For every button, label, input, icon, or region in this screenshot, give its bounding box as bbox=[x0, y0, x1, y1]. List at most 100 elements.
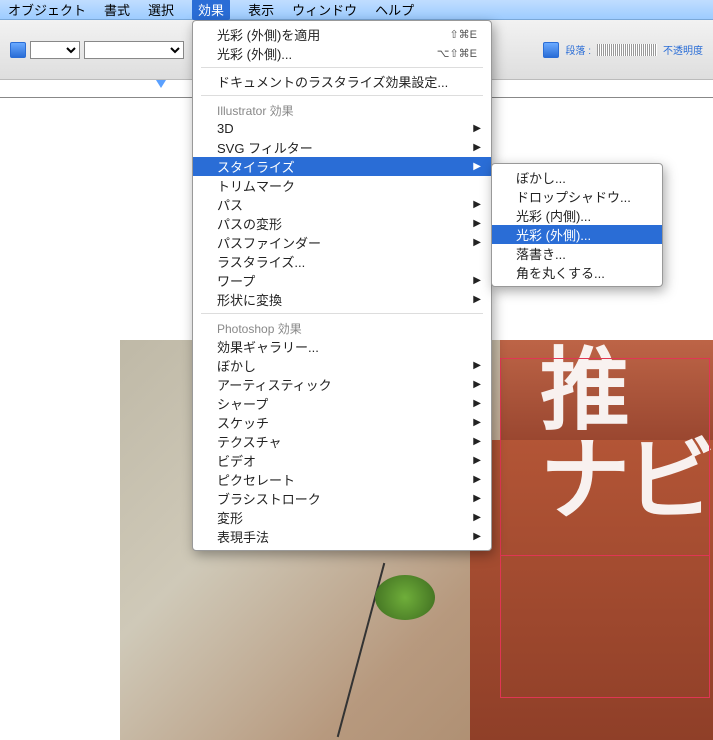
label: 効果ギャラリー... bbox=[217, 337, 319, 356]
opacity-label: 不透明度 bbox=[663, 42, 703, 57]
label: スケッチ bbox=[217, 413, 269, 432]
submenu-arrow-icon: ▶ bbox=[473, 379, 481, 390]
menu-3d[interactable]: 3D ▶ bbox=[193, 119, 491, 138]
label: トリムマーク bbox=[217, 176, 295, 195]
menu-last-effect-options[interactable]: 光彩 (外側)... ⌥⇧⌘E bbox=[193, 44, 491, 63]
shortcut: ⇧⌘E bbox=[449, 28, 477, 41]
label: SVG フィルター bbox=[217, 138, 313, 157]
menu-help[interactable]: ヘルプ bbox=[375, 0, 414, 19]
submenu-arrow-icon: ▶ bbox=[473, 161, 481, 172]
submenu-arrow-icon: ▶ bbox=[473, 275, 481, 286]
submenu-arrow-icon: ▶ bbox=[473, 417, 481, 428]
label: シャープ bbox=[217, 394, 268, 413]
submenu-arrow-icon: ▶ bbox=[473, 218, 481, 229]
align-button[interactable] bbox=[543, 42, 559, 58]
submenu-arrow-icon: ▶ bbox=[473, 531, 481, 542]
selection-guide[interactable] bbox=[500, 358, 710, 698]
label: アーティスティック bbox=[217, 375, 332, 394]
menu-object[interactable]: オブジェクト bbox=[8, 0, 86, 19]
paragraph-label: 段落 : bbox=[565, 42, 591, 57]
submenu-arrow-icon: ▶ bbox=[473, 360, 481, 371]
submenu-arrow-icon: ▶ bbox=[473, 123, 481, 134]
label: 落書き... bbox=[516, 244, 566, 263]
artwork-plant bbox=[375, 575, 435, 620]
illustrator-effects-header: Illustrator 効果 bbox=[193, 100, 491, 119]
menu-apply-last-effect[interactable]: 光彩 (外側)を適用 ⇧⌘E bbox=[193, 25, 491, 44]
menu-pixelate[interactable]: ピクセレート ▶ bbox=[193, 470, 491, 489]
menu-effect-gallery[interactable]: 効果ギャラリー... bbox=[193, 337, 491, 356]
menu-warp[interactable]: ワープ▶ bbox=[193, 271, 491, 290]
label: パスの変形 bbox=[217, 214, 282, 233]
menu-select[interactable]: 選択 bbox=[148, 0, 174, 19]
separator bbox=[201, 313, 483, 314]
menu-document-raster-settings[interactable]: ドキュメントのラスタライズ効果設定... bbox=[193, 72, 491, 91]
label: ドキュメントのラスタライズ効果設定... bbox=[217, 72, 448, 91]
submenu-inner-glow[interactable]: 光彩 (内側)... bbox=[492, 206, 662, 225]
menu-stylize-ps[interactable]: 表現手法 ▶ bbox=[193, 527, 491, 546]
label: 光彩 (外側)... bbox=[217, 44, 292, 63]
label: テクスチャ bbox=[217, 432, 281, 451]
effects-dropdown: 光彩 (外側)を適用 ⇧⌘E 光彩 (外側)... ⌥⇧⌘E ドキュメントのラス… bbox=[192, 20, 492, 551]
submenu-arrow-icon: ▶ bbox=[473, 237, 481, 248]
menu-path[interactable]: パス ▶ bbox=[193, 195, 491, 214]
submenu-arrow-icon: ▶ bbox=[473, 493, 481, 504]
menu-video[interactable]: ビデオ ▶ bbox=[193, 451, 491, 470]
submenu-arrow-icon: ▶ bbox=[473, 294, 481, 305]
submenu-arrow-icon: ▶ bbox=[473, 455, 481, 466]
shortcut: ⌥⇧⌘E bbox=[437, 47, 477, 60]
stroke-select[interactable] bbox=[30, 41, 80, 59]
photoshop-effects-header: Photoshop 効果 bbox=[193, 318, 491, 337]
color-swatch[interactable] bbox=[10, 42, 26, 58]
menu-svg-filter[interactable]: SVG フィルター ▶ bbox=[193, 138, 491, 157]
menu-texture[interactable]: テクスチャ ▶ bbox=[193, 432, 491, 451]
label: ぼかし bbox=[217, 356, 256, 375]
submenu-outer-glow[interactable]: 光彩 (外側)... bbox=[492, 225, 662, 244]
menu-brush-strokes[interactable]: ブラシストローク ▶ bbox=[193, 489, 491, 508]
menu-pathfinder[interactable]: パスファインダー▶ bbox=[193, 233, 491, 252]
menu-sharpen[interactable]: シャープ ▶ bbox=[193, 394, 491, 413]
submenu-arrow-icon: ▶ bbox=[473, 199, 481, 210]
label: ラスタライズ... bbox=[217, 252, 305, 271]
label: ブラシストローク bbox=[217, 489, 321, 508]
menu-trim-marks[interactable]: トリムマーク bbox=[193, 176, 491, 195]
submenu-feather[interactable]: ぼかし... bbox=[492, 168, 662, 187]
submenu-drop-shadow[interactable]: ドロップシャドウ... bbox=[492, 187, 662, 206]
stylize-submenu: ぼかし... ドロップシャドウ... 光彩 (内側)... 光彩 (外側)...… bbox=[491, 163, 663, 287]
menu-format[interactable]: 書式 bbox=[104, 0, 130, 19]
label: 角を丸くする... bbox=[516, 263, 605, 282]
paragraph-align-icons[interactable] bbox=[597, 44, 657, 56]
label: ドロップシャドウ... bbox=[516, 187, 631, 206]
label: 表現手法 bbox=[217, 527, 269, 546]
submenu-arrow-icon: ▶ bbox=[473, 436, 481, 447]
menu-stylize[interactable]: スタイライズ ▶ bbox=[193, 157, 491, 176]
ruler-marker[interactable] bbox=[156, 80, 166, 88]
label: ピクセレート bbox=[217, 470, 295, 489]
menu-distort[interactable]: 変形▶ bbox=[193, 508, 491, 527]
label: 光彩 (外側)... bbox=[516, 225, 591, 244]
menu-blur[interactable]: ぼかし ▶ bbox=[193, 356, 491, 375]
menu-window[interactable]: ウィンドウ bbox=[292, 0, 357, 19]
label: スタイライズ bbox=[217, 157, 295, 176]
label: パス bbox=[217, 195, 243, 214]
style-select[interactable] bbox=[84, 41, 184, 59]
menu-convert-to-shape[interactable]: 形状に変換▶ bbox=[193, 290, 491, 309]
separator bbox=[201, 67, 483, 68]
submenu-arrow-icon: ▶ bbox=[473, 142, 481, 153]
menu-artistic[interactable]: アーティスティック ▶ bbox=[193, 375, 491, 394]
submenu-round-corners[interactable]: 角を丸くする... bbox=[492, 263, 662, 282]
label: 3D bbox=[217, 121, 234, 136]
submenu-scribble[interactable]: 落書き... bbox=[492, 244, 662, 263]
submenu-arrow-icon: ▶ bbox=[473, 398, 481, 409]
menu-bar: オブジェクト 書式 選択 効果 表示 ウィンドウ ヘルプ bbox=[0, 0, 713, 20]
label: ぼかし... bbox=[516, 168, 566, 187]
menu-rasterize[interactable]: ラスタライズ... bbox=[193, 252, 491, 271]
label: 光彩 (内側)... bbox=[516, 206, 591, 225]
submenu-arrow-icon: ▶ bbox=[473, 474, 481, 485]
menu-effect[interactable]: 効果 bbox=[192, 0, 230, 20]
label: 光彩 (外側)を適用 bbox=[217, 25, 320, 44]
menu-view[interactable]: 表示 bbox=[248, 0, 274, 19]
submenu-arrow-icon: ▶ bbox=[473, 512, 481, 523]
label: ビデオ bbox=[217, 451, 256, 470]
menu-distort-transform[interactable]: パスの変形 ▶ bbox=[193, 214, 491, 233]
menu-sketch[interactable]: スケッチ ▶ bbox=[193, 413, 491, 432]
